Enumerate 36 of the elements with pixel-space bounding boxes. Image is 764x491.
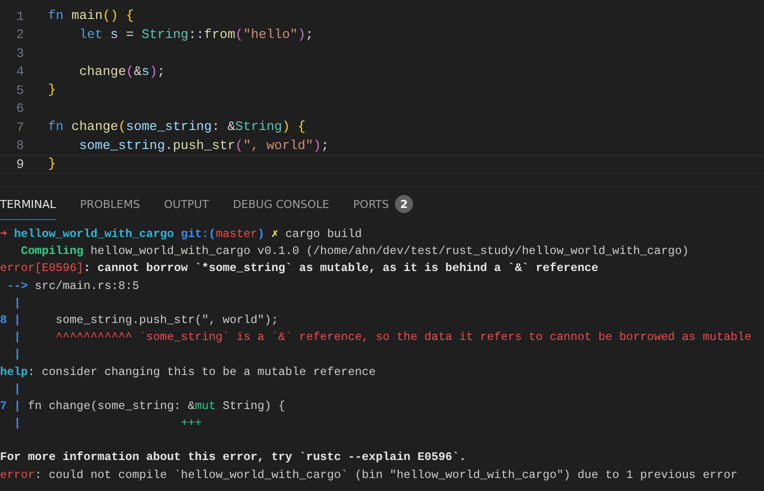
terminal-line: For more information about this error, try `rustc --explain E0596`. xyxy=(0,450,468,466)
count-badge: 2 xyxy=(395,195,413,213)
code-line: some_string.push_str(", world"); xyxy=(78,138,329,154)
panel-tab[interactable]: TERMINAL xyxy=(0,188,56,220)
terminal-line: error[E0596]: cannot borrow `*some_string` as mutable, as it is behind a `&` reference xyxy=(0,261,600,278)
panel-tab[interactable]: PROBLEMS xyxy=(80,188,140,220)
panel-tab[interactable]: DEBUG CONSOLE xyxy=(232,188,330,220)
terminal-line: help: consider changing this to be a mutable reference xyxy=(0,364,377,380)
code-line: } xyxy=(48,82,56,98)
line-number: 2 xyxy=(15,27,24,42)
line-number: 4 xyxy=(15,64,24,80)
terminal-line: Compiling hellow_world_with_cargo v0.1.0 (/home/ahn/dev/test/rust_study/hellow_world_with_cargo) xyxy=(20,244,690,260)
line-number: 1 xyxy=(15,8,24,24)
line-number: 8 xyxy=(15,138,24,154)
code-line: fn main() { xyxy=(48,8,134,24)
panel-tab[interactable]: PORTS xyxy=(353,188,389,220)
line-number: 9 xyxy=(15,156,24,172)
code-line: fn change(some_string: &String) { xyxy=(48,119,306,136)
code-line: } xyxy=(48,156,56,172)
line-number: 3 xyxy=(15,46,24,61)
line-number: 6 xyxy=(15,101,24,116)
terminal-line: error: could not compile `hellow_world_with_cargo` (bin "hellow_world_with_cargo") due to 1 previous error xyxy=(0,468,738,484)
terminal-line: | xyxy=(12,347,22,364)
code-line: change(&s); xyxy=(78,64,166,80)
terminal-line: 7 | fn change(some_string: &mut String) { xyxy=(0,398,286,415)
terminal-line: --> src/main.rs:8:5 xyxy=(6,278,140,295)
panel-tab[interactable]: OUTPUT xyxy=(164,188,209,220)
terminal-line: | xyxy=(12,382,22,398)
terminal-line: 8 | some_string.push_str(", world"); xyxy=(0,312,280,329)
line-number: 7 xyxy=(15,120,24,135)
code-line: let s = String::from("hello"); xyxy=(78,26,314,43)
terminal-line: ➜ hellow_world_with_cargo git:(master) ✗ cargo build xyxy=(0,227,363,243)
terminal-line: | xyxy=(12,296,22,312)
line-number: 5 xyxy=(15,82,24,98)
terminal-line: | +++ xyxy=(12,416,203,432)
terminal-line: | ^^^^^^^^^^^ `some_string` is a `&` reference, so the data it refers to cannot be borrowed as mutable xyxy=(12,330,752,346)
